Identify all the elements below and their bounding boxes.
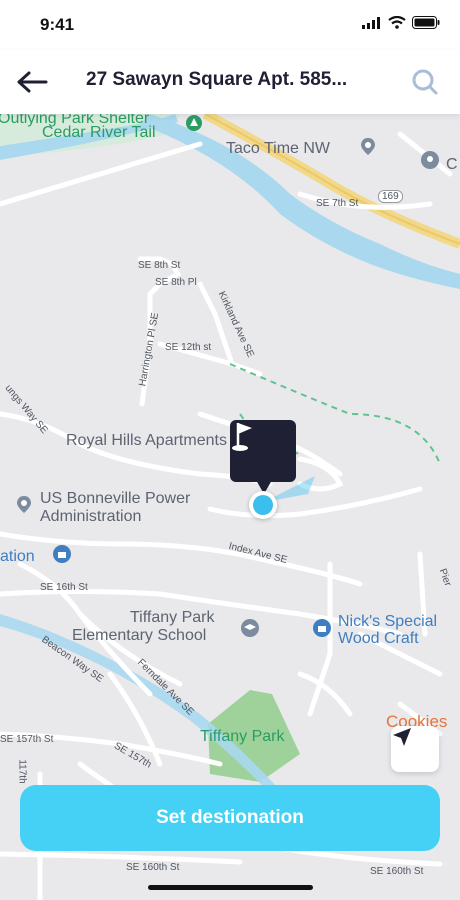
label-se-160th: SE 160th St	[126, 862, 180, 873]
set-destination-button[interactable]: Set destionation	[20, 785, 440, 851]
label-117th: 117th	[16, 759, 28, 784]
battery-icon	[412, 16, 440, 29]
label-ation: ation	[0, 548, 35, 565]
status-icons	[362, 16, 440, 29]
label-se-7th: SE 7th St	[316, 198, 359, 209]
map-view[interactable]: Outlying Park Shelter Cedar River Tail T…	[0, 114, 460, 900]
label-royal-hills: Royal Hills Apartments	[66, 432, 227, 449]
destination-pin[interactable]	[230, 420, 296, 482]
header: 27 Sawayn Square Apt. 585...	[0, 50, 460, 114]
signal-icon	[362, 16, 380, 29]
locate-me-button[interactable]	[391, 726, 439, 772]
school-marker-icon[interactable]	[240, 618, 260, 638]
shop-marker-icon[interactable]	[312, 618, 332, 638]
label-se-8th-pl: SE 8th Pl	[155, 277, 197, 288]
label-tiffany-school-2: Elementary School	[72, 627, 207, 644]
label-cedar-river: Cedar River Tail	[42, 124, 156, 141]
search-icon	[412, 69, 438, 95]
label-se-16th: SE 16th St	[40, 582, 88, 593]
shopping-marker-icon[interactable]	[52, 544, 72, 564]
label-se-8th-st: SE 8th St	[138, 260, 181, 271]
address-title: 27 Sawayn Square Apt. 585...	[86, 69, 348, 90]
label-hwy-169: 169	[378, 190, 403, 203]
label-tiffany-school-1: Tiffany Park	[130, 609, 215, 626]
label-c-partial: C	[446, 156, 458, 173]
navigation-arrow-icon	[393, 728, 411, 746]
current-location-dot	[249, 491, 277, 519]
label-nicks-1: Nick's Special	[338, 613, 438, 630]
label-se-160th-2: SE 160th St	[370, 866, 424, 877]
status-time: 9:41	[40, 15, 75, 34]
wifi-icon	[388, 16, 406, 29]
home-indicator	[148, 885, 313, 890]
status-bar: 9:41	[0, 0, 460, 50]
search-button[interactable]	[408, 65, 442, 99]
label-us-bpa-2: Administration	[40, 508, 142, 525]
park-marker-icon[interactable]	[184, 114, 204, 134]
flag-icon	[232, 423, 252, 451]
back-button[interactable]	[12, 62, 52, 102]
label-se-157th: SE 157th St	[0, 734, 54, 745]
label-us-bpa-1: US Bonneville Power	[40, 490, 191, 507]
restaurant-marker-icon[interactable]	[358, 136, 378, 156]
label-se-12th: SE 12th st	[165, 342, 212, 353]
arrow-left-icon	[17, 71, 48, 93]
label-nicks-2: Wood Craft	[338, 630, 419, 647]
bpa-marker-icon[interactable]	[14, 494, 34, 514]
label-tiffany-park: Tiffany Park	[200, 728, 285, 745]
label-taco-time: Taco Time NW	[226, 140, 331, 157]
place-marker-icon[interactable]	[420, 150, 440, 170]
